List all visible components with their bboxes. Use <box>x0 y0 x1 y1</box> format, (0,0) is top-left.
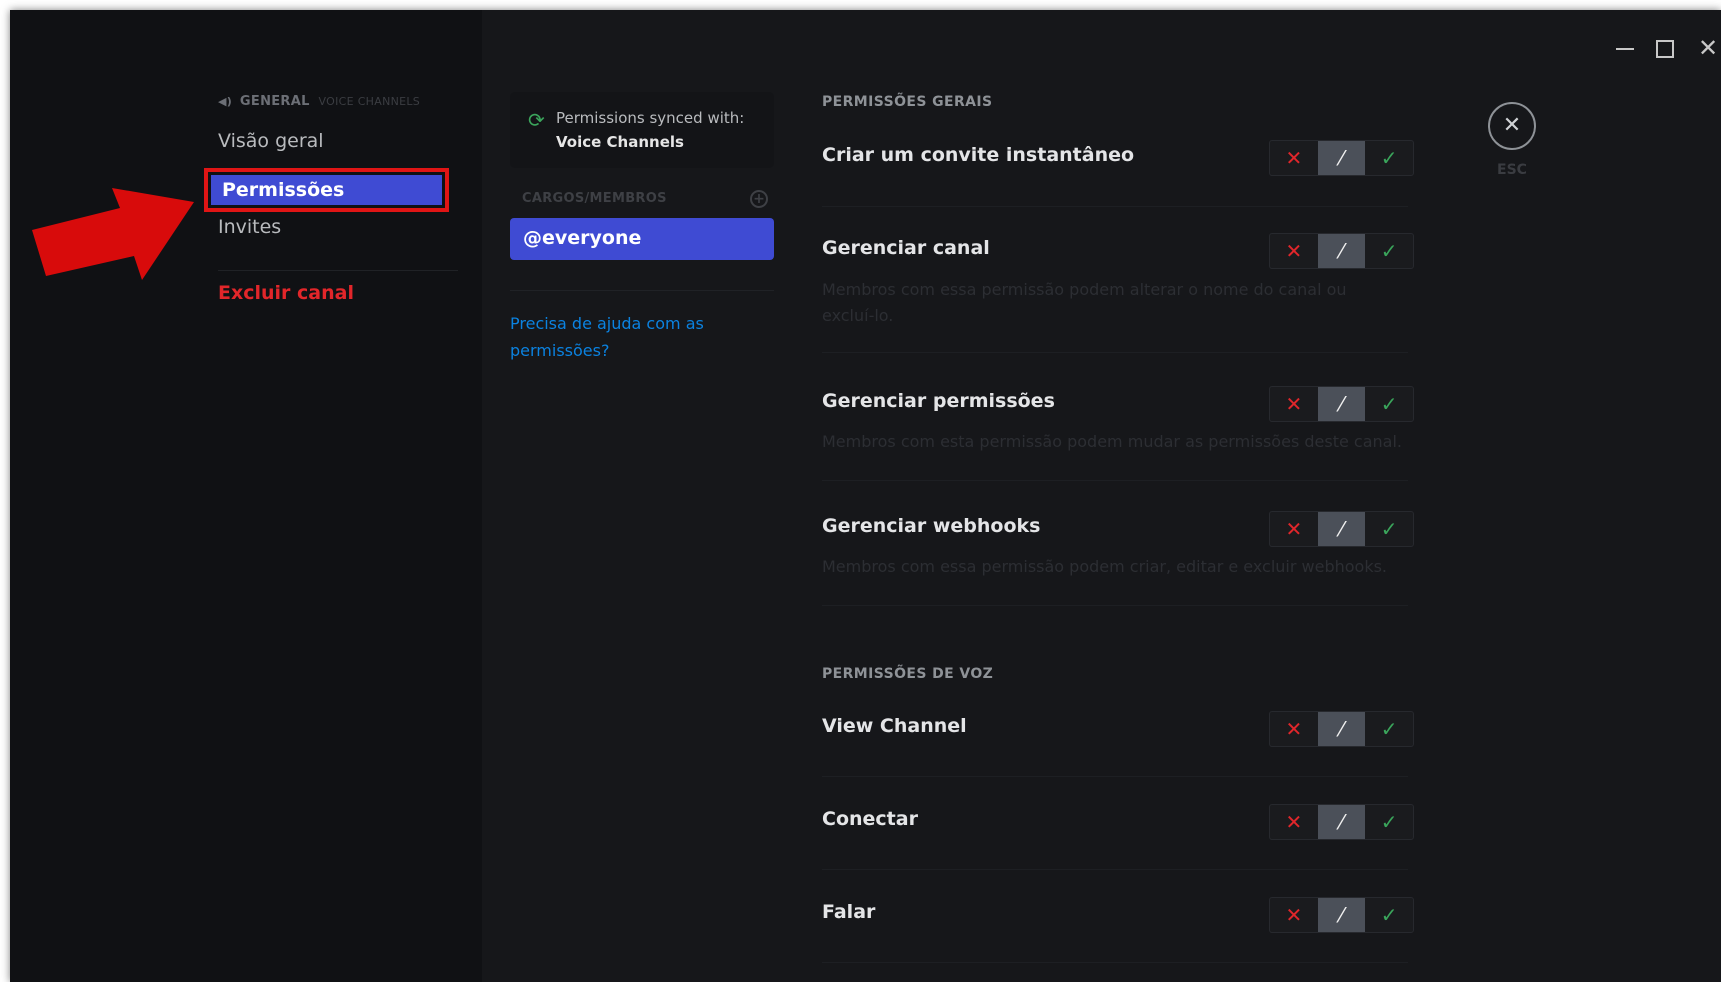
sidebar-header-title: GENERAL <box>239 94 310 109</box>
sidebar <box>10 10 482 982</box>
minimize-icon[interactable] <box>1616 48 1634 50</box>
perm-toggle-manage-webhooks: ✕ ⁄ ✓ <box>1269 511 1414 547</box>
roles-header: CARGOS/MEMBROS <box>522 191 667 206</box>
allow-icon[interactable]: ✓ <box>1365 234 1413 268</box>
maximize-icon[interactable] <box>1656 40 1674 58</box>
perm-name-connect: Conectar <box>822 808 918 830</box>
perm-desc-manage-webhooks: Membros com essa permissão podem criar, … <box>822 557 1388 576</box>
perm-toggle-manage-permissions: ✕ ⁄ ✓ <box>1269 386 1414 422</box>
neutral-icon[interactable]: ⁄ <box>1317 141 1366 175</box>
perm-name-manage-webhooks: Gerenciar webhooks <box>822 515 1041 537</box>
sidebar-item-overview[interactable]: Visão geral <box>218 130 324 152</box>
perm-name-speak: Falar <box>822 901 876 923</box>
sync-status-box: ⟳ Permissions synced with: Voice Channel… <box>510 92 774 168</box>
perm-toggle-connect: ✕ ⁄ ✓ <box>1269 804 1414 840</box>
sidebar-item-invites[interactable]: Invites <box>218 216 281 238</box>
perm-divider <box>822 605 1408 606</box>
perm-divider <box>822 962 1408 963</box>
settings-window: ✕ ◀) GENERAL VOICE CHANNELS Visão geral … <box>10 10 1721 982</box>
permissions-help-link[interactable]: Precisa de ajuda com as permissões? <box>510 310 740 364</box>
perm-name-manage-permissions: Gerenciar permissões <box>822 390 1055 412</box>
perm-name-view-channel: View Channel <box>822 715 967 737</box>
neutral-icon[interactable]: ⁄ <box>1317 712 1366 746</box>
allow-icon[interactable]: ✓ <box>1365 141 1413 175</box>
perm-divider <box>822 206 1408 207</box>
perm-toggle-view-channel: ✕ ⁄ ✓ <box>1269 711 1414 747</box>
section-title-voice: PERMISSÕES DE VOZ <box>822 666 994 682</box>
sidebar-divider <box>218 270 458 271</box>
perm-divider <box>822 776 1408 777</box>
perm-name-create-invite: Criar um convite instantâneo <box>822 144 1135 166</box>
perm-desc-manage-permissions: Membros com esta permissão podem mudar a… <box>822 432 1402 451</box>
esc-label: ESC <box>1497 162 1527 178</box>
sidebar-item-permissions[interactable]: Permissões <box>204 168 449 212</box>
deny-icon[interactable]: ✕ <box>1270 898 1318 932</box>
window-close-icon[interactable]: ✕ <box>1698 36 1718 60</box>
sidebar-header: ◀) GENERAL VOICE CHANNELS <box>218 94 420 109</box>
neutral-icon[interactable]: ⁄ <box>1317 898 1366 932</box>
roles-divider <box>510 290 774 291</box>
speaker-icon: ◀) <box>218 95 233 108</box>
allow-icon[interactable]: ✓ <box>1365 712 1413 746</box>
perm-toggle-manage-channel: ✕ ⁄ ✓ <box>1269 233 1414 269</box>
deny-icon[interactable]: ✕ <box>1270 805 1318 839</box>
deny-icon[interactable]: ✕ <box>1270 387 1318 421</box>
neutral-icon[interactable]: ⁄ <box>1317 387 1366 421</box>
section-title-general: PERMISSÕES GERAIS <box>822 94 993 110</box>
sidebar-header-subtitle: VOICE CHANNELS <box>318 95 421 108</box>
perm-desc-manage-channel: Membros com essa permissão podem alterar… <box>822 280 1347 325</box>
role-item-everyone[interactable]: @everyone <box>510 218 774 260</box>
allow-icon[interactable]: ✓ <box>1365 512 1413 546</box>
perm-name-manage-channel: Gerenciar canal <box>822 237 990 259</box>
allow-icon[interactable]: ✓ <box>1365 898 1413 932</box>
perm-toggle-speak: ✕ ⁄ ✓ <box>1269 897 1414 933</box>
deny-icon[interactable]: ✕ <box>1270 512 1318 546</box>
sidebar-item-label: Permissões <box>211 175 442 205</box>
allow-icon[interactable]: ✓ <box>1365 805 1413 839</box>
close-button[interactable]: ✕ <box>1488 102 1536 150</box>
sync-category: Voice Channels <box>556 133 684 151</box>
neutral-icon[interactable]: ⁄ <box>1317 805 1366 839</box>
sync-icon: ⟳ <box>528 108 545 132</box>
neutral-icon[interactable]: ⁄ <box>1317 234 1366 268</box>
allow-icon[interactable]: ✓ <box>1365 387 1413 421</box>
deny-icon[interactable]: ✕ <box>1270 234 1318 268</box>
perm-divider <box>822 869 1408 870</box>
delete-channel-button[interactable]: Excluir canal <box>218 282 354 304</box>
deny-icon[interactable]: ✕ <box>1270 141 1318 175</box>
perm-divider <box>822 480 1408 481</box>
add-role-icon[interactable]: + <box>750 190 768 208</box>
perm-toggle-create-invite: ✕ ⁄ ✓ <box>1269 140 1414 176</box>
perm-divider <box>822 352 1408 353</box>
sync-label: Permissions synced with: <box>556 109 745 127</box>
red-arrow-icon <box>32 188 194 280</box>
neutral-icon[interactable]: ⁄ <box>1317 512 1366 546</box>
deny-icon[interactable]: ✕ <box>1270 712 1318 746</box>
